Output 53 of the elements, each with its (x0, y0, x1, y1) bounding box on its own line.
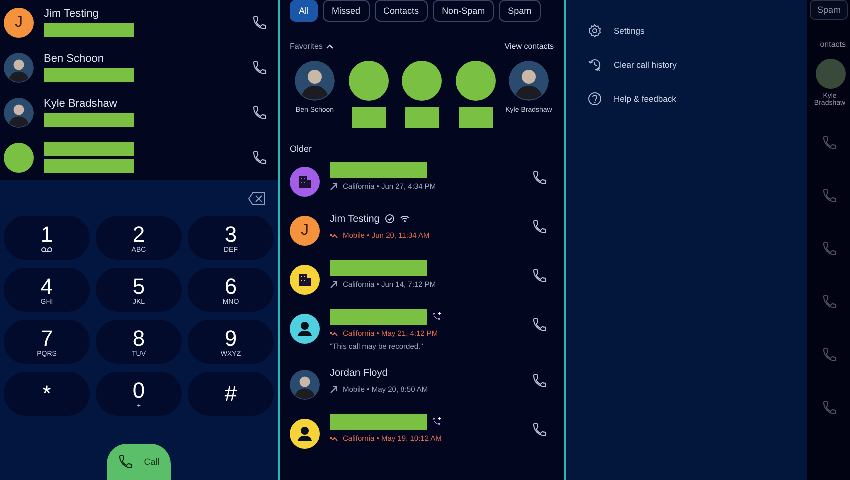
filter-chip[interactable]: Non-Spam (433, 0, 494, 22)
avatar-placeholder (295, 61, 335, 101)
menu-item[interactable]: Clear call history (588, 56, 807, 74)
view-contacts-link[interactable]: View contacts (504, 42, 554, 51)
filter-chip: Spam (810, 0, 848, 20)
outgoing-arrow-icon (330, 182, 338, 190)
phone-icon[interactable] (118, 454, 134, 470)
add-call-icon (432, 417, 442, 427)
caller-name: Jordan Floyd (330, 368, 388, 378)
redaction-block (348, 61, 388, 101)
dialpad-key[interactable]: 1 (4, 216, 90, 260)
caller-name: Jim Testing (330, 214, 380, 224)
menu-item[interactable]: Settings (588, 22, 807, 40)
letter-avatar: J (4, 8, 34, 38)
filter-chip[interactable]: Spam (499, 0, 541, 22)
history-clear-icon (588, 58, 602, 72)
redaction-block (405, 107, 439, 128)
add-call-icon (432, 312, 442, 322)
filter-chip[interactable]: Missed (323, 0, 370, 22)
redaction-block (352, 107, 386, 128)
redaction-block (4, 142, 34, 172)
letter-avatar: J (290, 216, 320, 246)
avatar-placeholder (816, 59, 846, 89)
dialpad-key[interactable]: # (188, 372, 274, 416)
missed-call-icon (330, 434, 338, 442)
menu-item[interactable]: Help & feedback (588, 90, 807, 108)
avatar-placeholder (4, 52, 34, 82)
missed-call-icon (330, 330, 338, 338)
check-circle-icon (384, 214, 395, 224)
section-heading: Older (290, 144, 314, 154)
backspace-icon[interactable] (248, 192, 266, 206)
chevron-up-icon[interactable] (326, 42, 334, 50)
redaction-block (458, 107, 492, 128)
redaction-block (402, 61, 442, 101)
dialpad-key[interactable]: * (4, 372, 90, 416)
redaction-block (456, 61, 496, 101)
contact-name: Ben Schoon (44, 53, 105, 65)
section-heading: Favorites (290, 42, 323, 51)
filter-chip[interactable]: Contacts (374, 0, 428, 22)
help-icon (588, 92, 602, 106)
filter-chip[interactable]: All (290, 0, 318, 22)
missed-call-icon (330, 232, 338, 240)
outgoing-arrow-icon (330, 386, 338, 394)
call-button[interactable]: Call (107, 444, 171, 480)
avatar-placeholder (290, 370, 320, 400)
avatar-placeholder (509, 61, 549, 101)
avatar-placeholder (4, 98, 34, 128)
settings-icon (588, 24, 602, 38)
contact-name: Jim Testing (44, 8, 100, 20)
wifi-icon (400, 214, 410, 224)
outgoing-arrow-icon (330, 280, 338, 288)
contact-name: Kyle Bradshaw (44, 98, 118, 110)
voicemail-icon (41, 247, 53, 253)
